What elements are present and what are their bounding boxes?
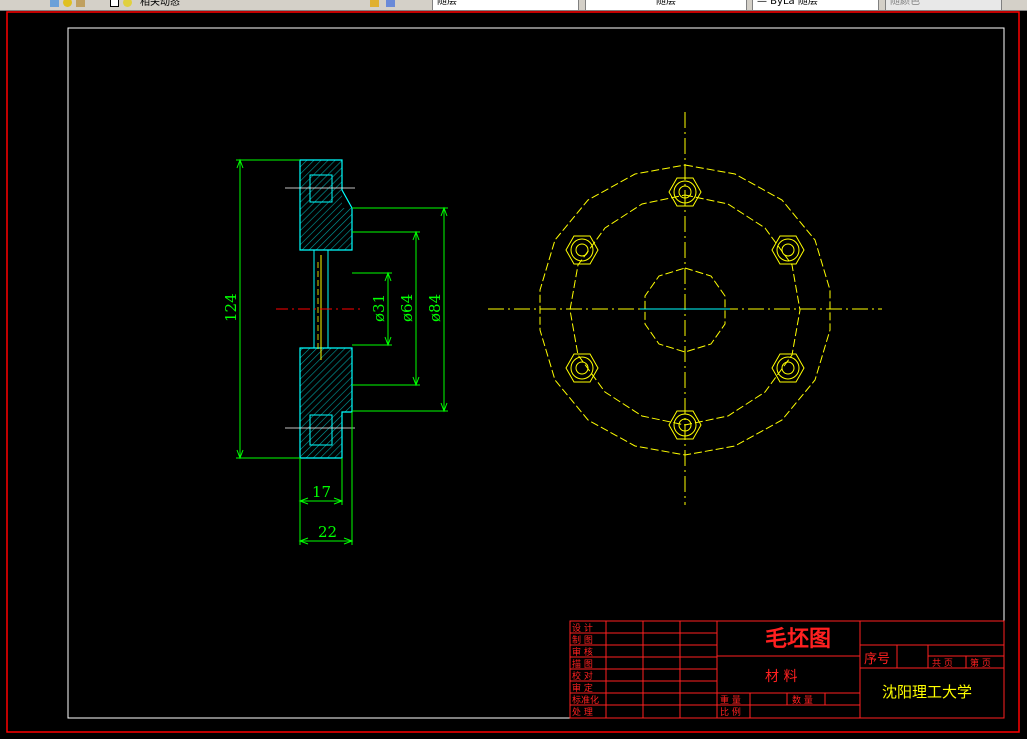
dim-d64: ø64 (398, 294, 416, 322)
school-name: 沈阳理工大学 (882, 683, 972, 701)
dim-124: 124 (222, 293, 240, 322)
bolt-hole-bottom-left (565, 353, 599, 383)
sequence-label: 序号 (864, 652, 890, 667)
row-label: 设 计 (572, 622, 593, 634)
material-label: 材 料 (765, 669, 797, 685)
drawing-frame (67, 27, 1005, 719)
dim-d84: ø84 (426, 294, 444, 322)
title-block-rows: 设 计 制 图 审 核 描 图 校 对 审 定 标准化 处 理 (572, 622, 599, 718)
dim-22: 22 (318, 523, 337, 541)
row-label: 审 定 (572, 682, 593, 694)
bolt-hole-bottom-right (771, 353, 805, 383)
quantity-label: 重 量 (720, 694, 741, 706)
row-label: 审 核 (572, 646, 593, 658)
hatched-section-upper (300, 160, 342, 250)
sheet-border (6, 11, 1020, 733)
count-label: 数 量 (792, 694, 813, 706)
row-label: 描 图 (572, 658, 593, 670)
sheet-total: 共 页 (932, 658, 953, 669)
cad-drawing-canvas[interactable]: 124 ø31 ø64 ø84 17 22 设 计 制 图 审 核 描 图 校 … (0, 0, 1027, 739)
section-view (276, 159, 362, 459)
front-view (488, 112, 882, 505)
dim-d31: ø31 (370, 294, 388, 322)
hatched-section-hub-lower (342, 348, 352, 412)
row-label: 制 图 (572, 634, 593, 646)
row-label: 处 理 (572, 706, 593, 718)
dim-17: 17 (312, 483, 331, 501)
bore-region (300, 250, 352, 348)
sheet-number: 第 页 (970, 657, 991, 669)
hatched-section-hub-upper (342, 208, 352, 250)
row-label: 校 对 (572, 670, 593, 682)
row-label: 标准化 (572, 694, 599, 706)
drawing-title: 毛坯图 (765, 627, 831, 652)
scale-label: 比 例 (720, 706, 741, 718)
hatched-section-lower (300, 348, 342, 458)
